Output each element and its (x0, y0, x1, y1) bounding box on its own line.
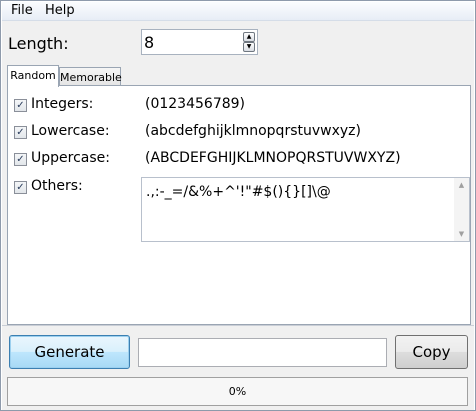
length-row: Length: 8 ▲ ▼ (2, 21, 474, 63)
others-chars-value[interactable]: .,:-_=/&%+^'!"#$(){}[]\@ (146, 184, 331, 200)
checkmark-icon: ✓ (16, 100, 25, 111)
uppercase-label: Uppercase: (31, 150, 110, 166)
others-scrollbar[interactable]: ▲ ▼ (454, 178, 469, 241)
lowercase-checkbox[interactable]: ✓ (14, 126, 27, 139)
checkmark-icon: ✓ (16, 154, 25, 165)
integers-label: Integers: (31, 96, 94, 112)
scroll-up-icon[interactable]: ▲ (454, 178, 469, 192)
lowercase-charset: (abcdefghijklmnopqrstuvwxyz) (145, 123, 361, 139)
uppercase-charset: (ABCDEFGHIJKLMNOPQRSTUVWXYZ) (145, 150, 401, 166)
checkmark-icon: ✓ (16, 182, 25, 193)
tab-control: Random Memorable ✓ Integers: (0123456789… (2, 63, 474, 325)
integers-checkbox[interactable]: ✓ (14, 99, 27, 112)
action-area: Generate Copy 0% (2, 325, 474, 410)
spin-up-icon[interactable]: ▲ (243, 32, 255, 42)
others-chars-textbox[interactable]: .,:-_=/&%+^'!"#$(){}[]\@ ▲ ▼ (141, 177, 470, 242)
spin-down-icon[interactable]: ▼ (243, 42, 255, 52)
menu-file[interactable]: File (11, 3, 33, 19)
length-label: Length: (8, 34, 69, 53)
progress-bar: 0% (7, 377, 468, 406)
generate-button[interactable]: Generate (9, 335, 130, 369)
others-checkbox[interactable]: ✓ (14, 181, 27, 194)
integers-charset: (0123456789) (145, 96, 245, 112)
password-generator-window: File Help Length: 8 ▲ ▼ Random Memorable… (0, 0, 476, 411)
generated-password-field[interactable] (138, 338, 387, 367)
lowercase-label: Lowercase: (31, 123, 110, 139)
random-tab-panel: ✓ Integers: (0123456789) ✓ Lowercase: (a… (7, 85, 471, 325)
progress-text: 0% (228, 385, 247, 398)
length-value[interactable]: 8 (144, 33, 154, 52)
checkmark-icon: ✓ (16, 127, 25, 138)
scroll-down-icon[interactable]: ▼ (454, 227, 469, 241)
copy-button[interactable]: Copy (395, 335, 468, 369)
tab-random[interactable]: Random (7, 65, 59, 87)
tab-memorable[interactable]: Memorable (59, 67, 122, 87)
menu-bar: File Help (2, 2, 474, 21)
uppercase-checkbox[interactable]: ✓ (14, 153, 27, 166)
others-label: Others: (31, 178, 83, 194)
menu-help[interactable]: Help (45, 3, 75, 19)
length-spinner[interactable]: 8 ▲ ▼ (141, 29, 258, 55)
